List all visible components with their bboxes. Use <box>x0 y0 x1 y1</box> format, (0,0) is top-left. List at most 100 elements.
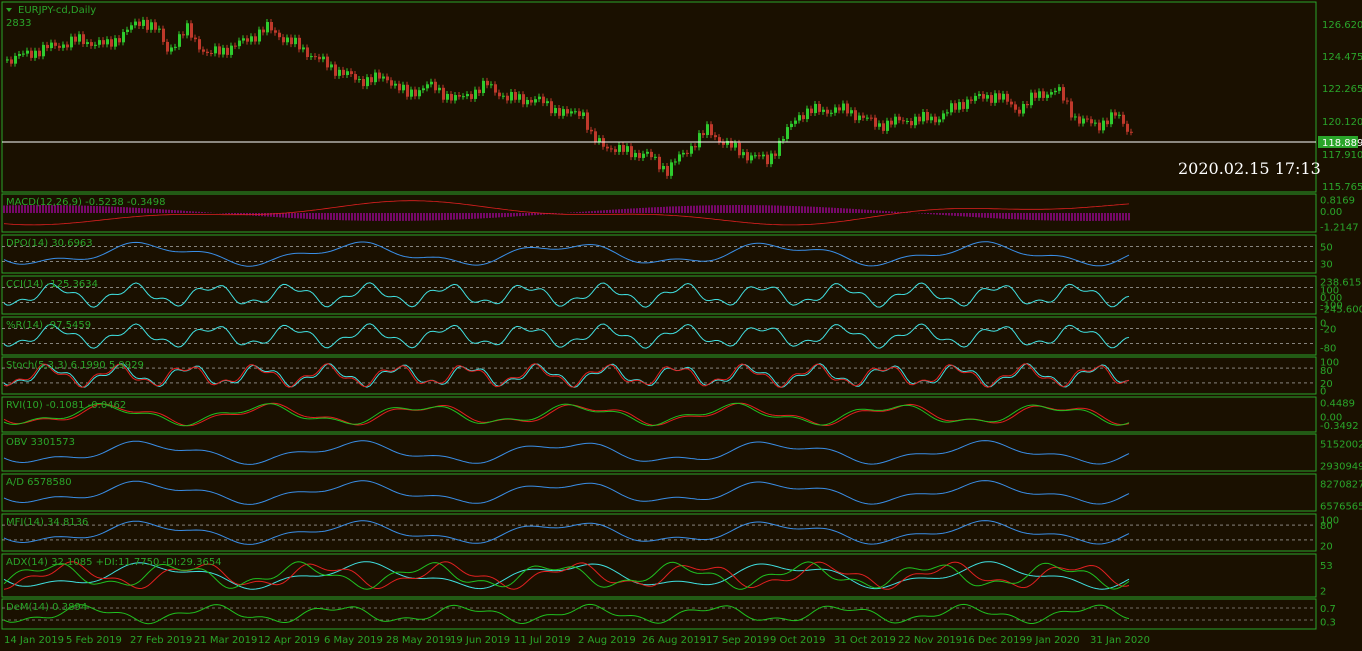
candle-body <box>74 36 77 42</box>
candle-body <box>1030 92 1033 106</box>
candle-body <box>198 39 201 50</box>
candle-body <box>574 111 577 113</box>
candle-body <box>534 99 537 103</box>
indicator-pane-macd[interactable]: MACD(12,26,9) -0.5238 -0.3498 0.81690.00 -… <box>1 193 1359 233</box>
candle-body <box>438 87 441 91</box>
symbol-title: EURJPY-cd,Daily <box>18 5 96 16</box>
price-axis-label: 115.765 <box>1322 182 1362 193</box>
candle-body <box>46 44 49 49</box>
candle-body <box>582 112 585 116</box>
date-axis-label: 6 May 2019 <box>324 635 383 646</box>
candle-body <box>106 39 109 45</box>
candle-body <box>410 89 413 97</box>
candle-body <box>506 95 509 101</box>
candle-body <box>1054 90 1057 93</box>
indicator-series-line <box>3 603 1130 625</box>
indicator-axis-label: 0.00 <box>1320 207 1342 218</box>
candle-body <box>1078 116 1081 124</box>
candle-body <box>718 137 721 142</box>
candle-body <box>914 116 917 126</box>
candle-body <box>754 155 757 157</box>
candle-body <box>978 94 981 96</box>
indicator-pane-wpr[interactable]: %R(14) -97.5459 0-20-80 <box>1 316 1336 356</box>
candle-body <box>946 112 949 114</box>
candle-body <box>470 94 473 99</box>
candle-body <box>290 37 293 45</box>
indicator-pane-dpo[interactable]: DPO(14) 30.6963 50 30 <box>1 234 1333 274</box>
candle-body <box>950 103 953 113</box>
candle-body <box>226 47 229 55</box>
pane-border <box>1 513 1317 552</box>
candle-body <box>54 42 57 46</box>
candle-body <box>58 45 61 48</box>
candle-body <box>518 94 521 100</box>
candle-body <box>866 117 869 119</box>
indicator-pane-ad[interactable]: A/D 6578580 8270827 6576565 <box>1 473 1362 512</box>
candle-body <box>1086 118 1089 120</box>
candle-body <box>286 37 289 43</box>
price-axis-label: 124.475 <box>1322 52 1362 63</box>
date-axis: 14 Jan 2019 5 Feb 2019 27 Feb 2019 21 Mar 2… <box>4 635 1150 646</box>
candle-body <box>334 64 337 76</box>
date-axis-label: 26 Aug 2019 <box>642 635 706 646</box>
indicator-axis-label: -0.3492 <box>1320 421 1359 432</box>
candle-body <box>778 140 781 156</box>
candle-body <box>874 117 877 127</box>
candle-body <box>418 90 421 97</box>
date-axis-label: 19 Jun 2019 <box>450 635 510 646</box>
candle-body <box>310 56 313 58</box>
candle-body <box>646 151 649 154</box>
indicator-axis-label: 30 <box>1320 260 1333 271</box>
candle-body <box>186 23 189 36</box>
indicator-axis-label: 53 <box>1320 561 1333 572</box>
price-pane[interactable]: EURJPY-cd,Daily 2833 2020.02.15 17:13 11… <box>1 1 1362 193</box>
candle-body <box>590 129 593 132</box>
pane-border <box>1 356 1317 395</box>
candle-body <box>434 81 437 91</box>
chart-canvas[interactable]: EURJPY-cd,Daily 2833 2020.02.15 17:13 11… <box>0 0 1362 651</box>
candle-body <box>570 111 573 114</box>
candle-body <box>402 84 405 91</box>
candle-body <box>810 108 813 114</box>
indicator-pane-adx[interactable]: ADX(14) 32.1085 +DI:11.7750 -DI:29.3654 5… <box>1 553 1333 598</box>
candle-body <box>902 120 905 122</box>
indicator-axis-label: 0.8169 <box>1320 196 1355 207</box>
collapse-triangle-icon[interactable] <box>6 8 12 12</box>
indicator-axis-label: -20 <box>1320 324 1336 335</box>
candle-body <box>702 133 705 136</box>
candle-body <box>138 21 141 26</box>
date-axis-label: 16 Dec 2019 <box>962 635 1026 646</box>
timestamp-label: 2020.02.15 17:13 <box>1178 159 1321 178</box>
candle-body <box>1058 87 1061 91</box>
indicator-label-wpr: %R(14) -97.5459 <box>6 320 91 331</box>
candle-body <box>482 80 485 94</box>
candle-body <box>826 109 829 114</box>
candle-body <box>758 155 761 157</box>
candle-body <box>1006 93 1009 102</box>
indicator-pane-mfi[interactable]: MFI(14) 34.8136 1008020 <box>1 513 1339 552</box>
candle-body <box>542 96 545 104</box>
indicator-pane-demarker[interactable]: DeM(14) 0.3894 0.7 0.3 <box>1 598 1336 630</box>
pane-border <box>1 433 1317 472</box>
candle-body <box>362 79 365 87</box>
indicator-label-stoch: Stoch(5,3,3) 6.1990 5.9929 <box>6 360 144 371</box>
indicator-pane-obv[interactable]: OBV 3301573 5152002 2930949 <box>1 433 1362 472</box>
price-axis-label: 120.120 <box>1322 117 1362 128</box>
candle-body <box>750 155 753 161</box>
indicator-pane-rvi[interactable]: RVI(10) -0.1081 -0.0462 0.44890.00-0.3492 <box>1 396 1359 433</box>
candle-body <box>994 93 997 103</box>
indicator-pane-stoch[interactable]: Stoch(5,3,3) 6.1990 5.9929 10080200 <box>1 356 1339 397</box>
candle-body <box>514 92 517 100</box>
candle-body <box>462 96 465 98</box>
indicator-pane-cci[interactable]: CCI(14) -125.3634238.61531000.00-100-245… <box>1 275 1362 315</box>
candle-body <box>42 44 45 57</box>
candle-body <box>858 115 861 121</box>
indicator-label-ad: A/D 6578580 <box>6 477 72 488</box>
candle-body <box>650 151 653 158</box>
date-axis-label: 14 Jan 2019 <box>4 635 64 646</box>
indicator-axis-label: -1.2147 <box>1320 222 1359 233</box>
indicator-axis-label: 0.3 <box>1320 618 1336 629</box>
candle-body <box>70 36 73 48</box>
candle-body <box>130 25 133 30</box>
candle-body <box>674 161 677 163</box>
